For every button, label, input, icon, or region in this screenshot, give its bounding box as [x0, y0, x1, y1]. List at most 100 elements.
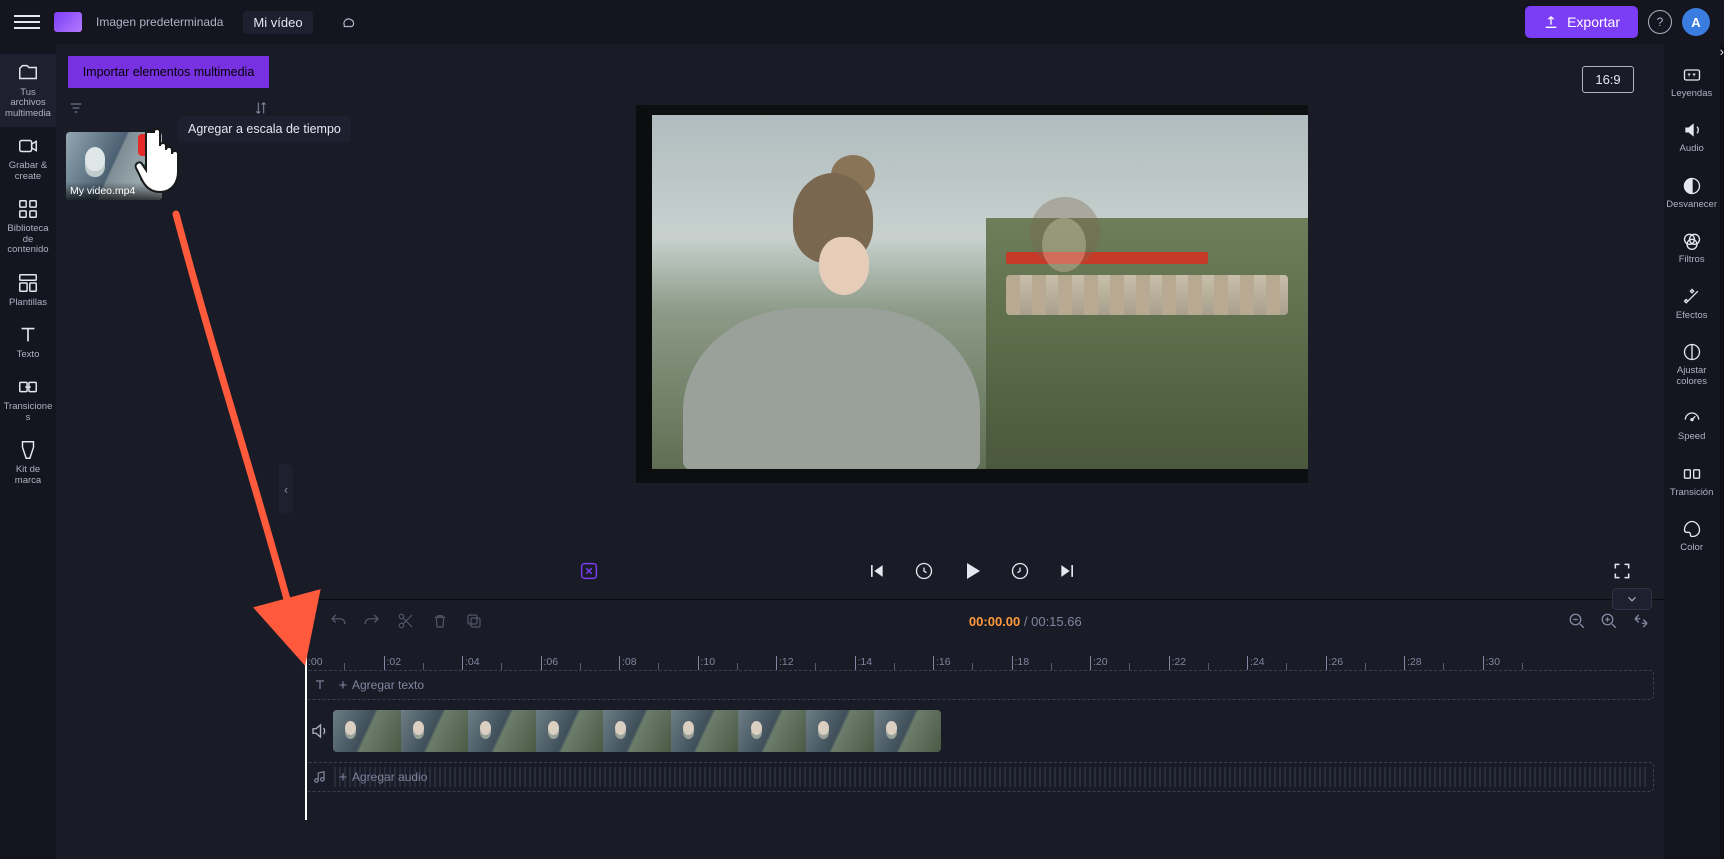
- ruler-tick-label: :20: [1093, 656, 1108, 668]
- main-area: Tus archivos multimedia Grabar & create …: [0, 44, 1724, 859]
- left-sidebar: Tus archivos multimedia Grabar & create …: [0, 44, 56, 859]
- ruler-tick-label: :26: [1329, 656, 1344, 668]
- sort-icon[interactable]: [253, 100, 269, 116]
- timeline: 00:00.00 / 00:15.66 :00:02:04:06:08:10:1…: [281, 599, 1664, 859]
- stage-area: 16:9: [281, 44, 1664, 859]
- add-to-timeline-button[interactable]: +: [140, 164, 158, 182]
- redo-icon[interactable]: [363, 612, 381, 630]
- text-track-label: Agregar texto: [352, 678, 424, 692]
- sidebar-right-filters[interactable]: Filtros: [1664, 222, 1720, 273]
- topbar-left: Imagen predeterminada Mi vídeo: [14, 9, 359, 35]
- transition-icon: [1681, 463, 1703, 485]
- audio-icon: [1681, 119, 1703, 141]
- effects-icon: [1681, 286, 1703, 308]
- r-label: Audio: [1680, 144, 1704, 154]
- r-label: Ajustar colores: [1666, 366, 1718, 387]
- sidebar-item-text[interactable]: Texto: [0, 316, 56, 368]
- r-label: Speed: [1678, 432, 1705, 442]
- collapse-timeline-button[interactable]: [1612, 588, 1652, 610]
- delete-thumbnail-button[interactable]: [138, 134, 160, 156]
- preview-frame: [636, 105, 1308, 483]
- mute-track-icon[interactable]: [305, 722, 333, 740]
- skip-end-icon[interactable]: [1056, 559, 1080, 583]
- collapse-right-panel-button[interactable]: ›: [1720, 44, 1724, 859]
- r-label: Transición: [1670, 488, 1713, 498]
- ruler-tick-label: :06: [544, 656, 559, 668]
- sidebar-right-captions[interactable]: Leyendas: [1664, 56, 1720, 107]
- undo-icon[interactable]: [329, 612, 347, 630]
- ruler-tick-label: :00: [308, 656, 323, 668]
- right-sidebar: Leyendas Audio Desvanecer Filtros Efecto…: [1664, 44, 1720, 859]
- sidebar-right-effects[interactable]: Efectos: [1664, 278, 1720, 329]
- sidebar-label: Texto: [17, 350, 40, 360]
- fit-timeline-icon[interactable]: [1632, 612, 1650, 630]
- audio-track-icon: [306, 770, 334, 784]
- speed-icon: [1681, 407, 1703, 429]
- video-clip[interactable]: [333, 710, 941, 752]
- ruler-tick-label: :12: [779, 656, 794, 668]
- timeline-timecode: 00:00.00 / 00:15.66: [499, 614, 1552, 629]
- ruler-tick-label: :24: [1250, 656, 1265, 668]
- timeline-tracks: + Agregar texto + Agregar audio: [305, 670, 1654, 853]
- media-thumbnail[interactable]: + My video.mp4: [66, 132, 162, 200]
- audio-track[interactable]: + Agregar audio: [305, 762, 1654, 792]
- ruler-tick-label: :22: [1172, 656, 1187, 668]
- zoom-in-icon[interactable]: [1600, 612, 1618, 630]
- fullscreen-icon[interactable]: [1610, 559, 1634, 583]
- sidebar-item-media[interactable]: Tus archivos multimedia: [0, 54, 56, 127]
- ruler-tick-label: :16: [936, 656, 951, 668]
- sidebar-item-brandkit[interactable]: Kit de marca: [0, 431, 56, 494]
- color-icon: [1681, 518, 1703, 540]
- skip-start-icon[interactable]: [864, 559, 888, 583]
- sidebar-right-adjust[interactable]: Ajustar colores: [1664, 333, 1720, 395]
- video-track[interactable]: [305, 706, 1654, 756]
- help-icon[interactable]: ?: [1648, 10, 1672, 34]
- sidebar-label: Grabar & create: [2, 161, 54, 182]
- autosave-icon[interactable]: [337, 11, 359, 33]
- sidebar-item-record[interactable]: Grabar & create: [0, 127, 56, 190]
- ruler-tick-label: :14: [858, 656, 873, 668]
- timeline-ruler[interactable]: :00:02:04:06:08:10:12:14:16:18:20:22:24:…: [305, 642, 1664, 670]
- sidebar-right-fade[interactable]: Desvanecer: [1664, 167, 1720, 218]
- preview-canvas[interactable]: [636, 105, 1308, 483]
- fade-icon: [1681, 175, 1703, 197]
- playhead[interactable]: [305, 600, 307, 820]
- sidebar-label: Transiciones: [2, 402, 54, 423]
- zoom-out-icon[interactable]: [1568, 612, 1586, 630]
- play-icon[interactable]: [960, 559, 984, 583]
- sidebar-right-transition[interactable]: Transición: [1664, 455, 1720, 506]
- ai-tools-icon[interactable]: [577, 559, 601, 583]
- aspect-ratio-button[interactable]: 16:9: [1582, 66, 1633, 93]
- duplicate-icon[interactable]: [465, 612, 483, 630]
- export-label: Exportar: [1567, 14, 1620, 30]
- text-track[interactable]: + Agregar texto: [305, 670, 1654, 700]
- menu-icon[interactable]: [14, 9, 40, 35]
- r-label: Desvanecer: [1666, 200, 1717, 210]
- ruler-tick-label: :28: [1407, 656, 1422, 668]
- tooltip: Agregar a escala de tiempo: [178, 116, 351, 142]
- ruler-tick-label: :04: [465, 656, 480, 668]
- split-icon[interactable]: [397, 612, 415, 630]
- forward-icon[interactable]: [1008, 559, 1032, 583]
- sidebar-right-speed[interactable]: Speed: [1664, 399, 1720, 450]
- project-title-input[interactable]: Mi vídeo: [243, 11, 312, 34]
- waveform: [334, 767, 1649, 787]
- sidebar-right-color[interactable]: Color: [1664, 510, 1720, 561]
- filters-icon: [1681, 230, 1703, 252]
- ruler-tick-label: :10: [701, 656, 716, 668]
- sidebar-item-transitions[interactable]: Transiciones: [0, 368, 56, 431]
- export-button[interactable]: Exportar: [1525, 6, 1638, 38]
- delete-icon[interactable]: [431, 612, 449, 630]
- sidebar-item-templates[interactable]: Plantillas: [0, 264, 56, 316]
- filter-icon[interactable]: [68, 100, 84, 116]
- user-avatar[interactable]: A: [1682, 8, 1710, 36]
- collapse-media-panel-button[interactable]: ‹: [279, 464, 293, 514]
- import-media-button[interactable]: Importar elementos multimedia: [68, 56, 269, 88]
- rewind-icon[interactable]: [912, 559, 936, 583]
- brand-label: Imagen predeterminada: [96, 15, 223, 29]
- sidebar-label: Kit de marca: [2, 465, 54, 486]
- sidebar-item-library[interactable]: Biblioteca de contenido: [0, 190, 56, 263]
- crop-tool-icon[interactable]: [295, 612, 313, 630]
- add-text-icon: +: [334, 677, 352, 694]
- sidebar-right-audio[interactable]: Audio: [1664, 111, 1720, 162]
